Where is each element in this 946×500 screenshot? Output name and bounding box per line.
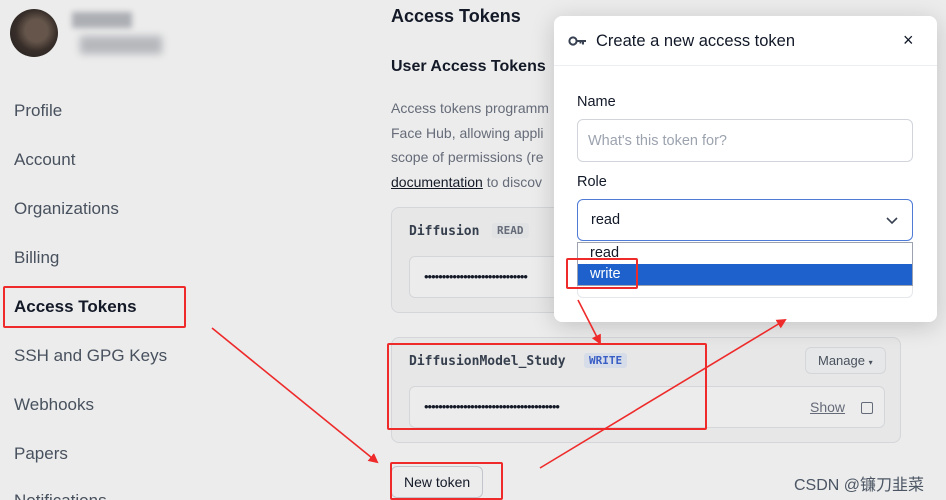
annotation-box-access-tokens	[3, 286, 186, 328]
watermark: CSDN @镰刀韭菜	[794, 477, 925, 494]
annotation-box-new-token	[390, 462, 503, 500]
role-label: Role	[577, 174, 607, 190]
annotation-box-write-option	[566, 258, 638, 289]
chevron-down-icon	[886, 217, 898, 225]
role-selected-value: read	[591, 212, 621, 228]
close-icon[interactable]: ×	[903, 30, 914, 51]
modal-title: Create a new access token	[596, 32, 796, 50]
name-label: Name	[577, 94, 616, 110]
annotation-box-write-token	[387, 343, 707, 430]
token-name-input[interactable]	[577, 119, 913, 162]
key-icon	[568, 36, 586, 46]
role-select[interactable]: read	[577, 199, 913, 241]
modal-header: Create a new access token ×	[554, 16, 937, 66]
